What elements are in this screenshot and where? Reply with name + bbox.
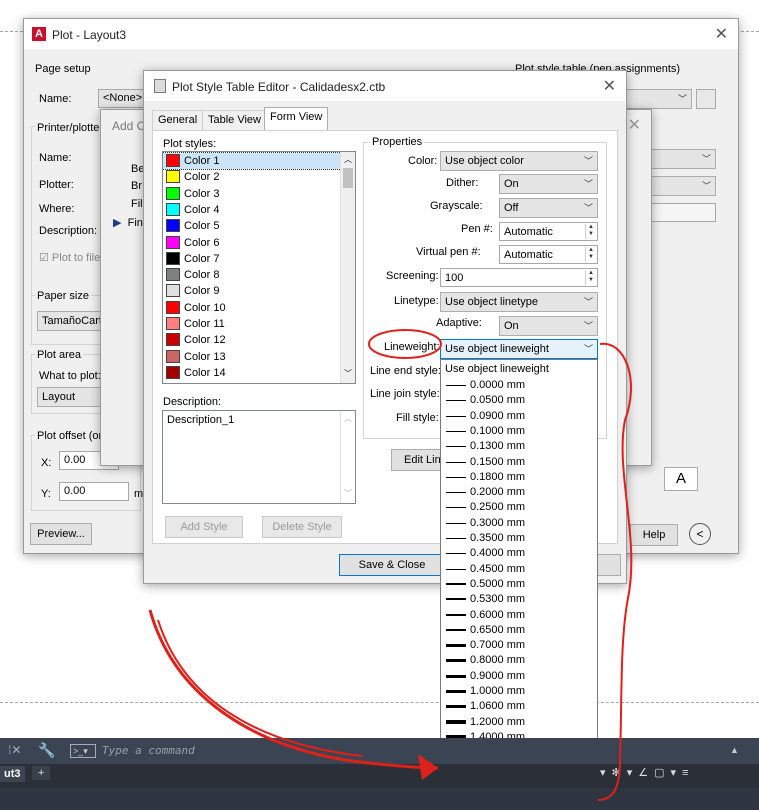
red-annotations	[148, 329, 633, 801]
annotation-arrow	[148, 609, 439, 770]
right-bracket	[597, 342, 633, 801]
lineweight-circle	[368, 329, 442, 359]
arrowhead	[418, 754, 438, 780]
